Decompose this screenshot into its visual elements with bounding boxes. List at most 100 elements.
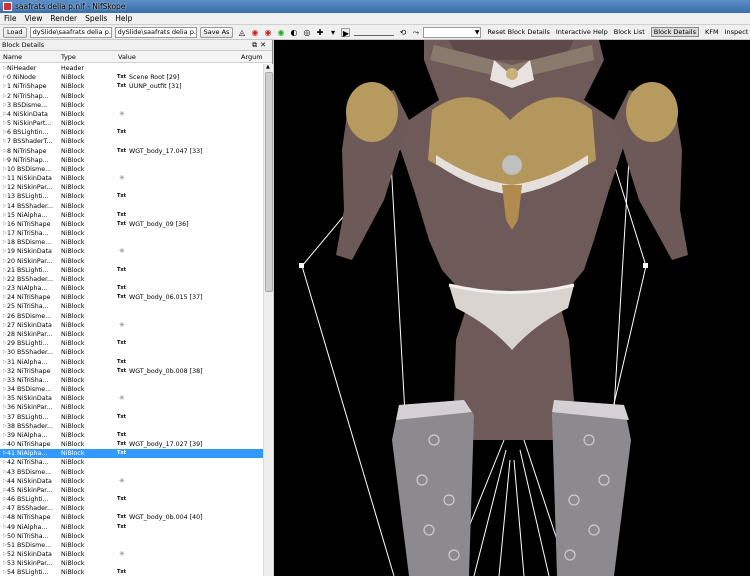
view-dropdown-icon[interactable]: ▾	[328, 28, 337, 37]
table-row[interactable]: ▷ 40 NiTriShape NiBlock Txt WGT_body_17.027 …	[0, 440, 263, 449]
table-row[interactable]: ▷ 42 NiTriSha... NiBlock	[0, 458, 263, 467]
table-row[interactable]: ▷ 2 NiTriShap... NiBlock	[0, 92, 263, 101]
table-row[interactable]: ▷ 47 BSShader... NiBlock	[0, 504, 263, 513]
select-icon[interactable]: ◬	[237, 28, 246, 37]
interactive-help-button[interactable]: Interactive Help	[556, 28, 608, 36]
reset-block-details-button[interactable]: Reset Block Details	[487, 28, 549, 36]
table-row[interactable]: ▷ 13 BSLighti... NiBlock Txt	[0, 192, 263, 201]
menu-view[interactable]: View	[21, 14, 47, 23]
scrollbar-thumb[interactable]	[265, 72, 273, 292]
table-row[interactable]: ▷ 14 BSShader... NiBlock	[0, 202, 263, 211]
col-value[interactable]: Value	[118, 53, 136, 61]
table-row[interactable]: ▷ 34 BSDisme... NiBlock	[0, 385, 263, 394]
table-row[interactable]: ▷ 18 BSDisme... NiBlock	[0, 238, 263, 247]
panel-buttons[interactable]: ⧉✕	[252, 41, 269, 50]
row-value: WGT_body_17.047 [33]	[129, 147, 203, 155]
table-row[interactable]: ▷ 54 BSLighti... NiBlock Txt	[0, 568, 263, 576]
table-row[interactable]: ▷ 19 NiSkinData NiBlock ✳	[0, 247, 263, 256]
row-type: NiBlock	[61, 486, 85, 494]
table-row[interactable]: ▷ 24 NiTriShape NiBlock Txt WGT_body_06.015 …	[0, 293, 263, 302]
table-row[interactable]: ▷ 20 NiSkinPar... NiBlock	[0, 257, 263, 266]
table-row[interactable]: ▷ 8 NiTriShape NiBlock Txt WGT_body_17.047 […	[0, 147, 263, 156]
table-row[interactable]: ▷ 53 NiSkinPar... NiBlock	[0, 559, 263, 568]
table-row[interactable]: ▷ 10 BSDisme... NiBlock	[0, 165, 263, 174]
table-row[interactable]: ▷ 31 NiAlpha... NiBlock Txt	[0, 358, 263, 367]
table-row[interactable]: ▷ 49 NiAlpha... NiBlock Txt	[0, 523, 263, 532]
table-row[interactable]: ▷ NiHeader Header	[0, 64, 263, 73]
table-row[interactable]: ▷ 17 NiTriSha... NiBlock	[0, 229, 263, 238]
switch-icon[interactable]: ⤳	[411, 28, 420, 37]
table-row[interactable]: ▷ 16 NiTriShape NiBlock Txt WGT_body_09 [36]	[0, 220, 263, 229]
vertical-scrollbar[interactable]: ▲	[263, 64, 273, 576]
animation-select[interactable]: ▼	[423, 26, 482, 38]
block-details-button[interactable]: Block Details	[650, 27, 699, 37]
col-type[interactable]: Type	[61, 53, 76, 61]
table-row[interactable]: ▷ 44 NiSkinData NiBlock ✳	[0, 477, 263, 486]
table-row[interactable]: ▷ 7 BSShaderT... NiBlock	[0, 137, 263, 146]
rotate-z-icon[interactable]: ◉	[276, 28, 285, 37]
table-row[interactable]: ▷ 6 BSLightin... NiBlock Txt	[0, 128, 263, 137]
menu-spells[interactable]: Spells	[81, 14, 111, 23]
menu-file[interactable]: File	[0, 14, 21, 23]
rotate-y-icon[interactable]: ◉	[263, 28, 272, 37]
table-row[interactable]: ▷ 51 BSDisme... NiBlock	[0, 541, 263, 550]
view-walk-icon[interactable]: ✚	[315, 28, 324, 37]
table-row[interactable]: ▷ 5 NiSkinPart... NiBlock	[0, 119, 263, 128]
table-row[interactable]: ▷ 26 BSDisme... NiBlock	[0, 312, 263, 321]
kfm-button[interactable]: KFM	[705, 28, 719, 36]
table-row[interactable]: ▷ 48 NiTriShape NiBlock Txt WGT_body_0b.004 …	[0, 513, 263, 522]
table-row[interactable]: ▷ 0 NiNode NiBlock Txt Scene Root [29]	[0, 73, 263, 82]
table-row[interactable]: ▷ 50 NiTriSha... NiBlock	[0, 532, 263, 541]
flip-icon[interactable]: ◐	[289, 28, 298, 37]
inspect-button[interactable]: Inspect	[725, 28, 749, 36]
play-icon[interactable]: ▶	[341, 27, 351, 38]
view-user-icon[interactable]: ◎	[302, 28, 311, 37]
load-button[interactable]: Load	[3, 26, 27, 38]
table-row[interactable]: ▷ 41 NiAlpha... NiBlock Txt	[0, 449, 263, 459]
table-row[interactable]: ▷ 36 NiSkinPar... NiBlock	[0, 403, 263, 412]
table-row[interactable]: ▷ 38 BSShader... NiBlock	[0, 422, 263, 431]
table-row[interactable]: ▷ 35 NiSkinData NiBlock ✳	[0, 394, 263, 403]
table-row[interactable]: ▷ 30 BSShader... NiBlock	[0, 348, 263, 357]
float-icon[interactable]: ⧉	[252, 41, 260, 49]
table-row[interactable]: ▷ 1 NiTriShape NiBlock Txt UUNP_outfit [31]	[0, 82, 263, 91]
table-row[interactable]: ▷ 29 BSLighti... NiBlock Txt	[0, 339, 263, 348]
row-type: NiBlock	[61, 376, 85, 384]
table-row[interactable]: ▷ 33 NiTriSha... NiBlock	[0, 376, 263, 385]
save-as-button[interactable]: Save As	[199, 26, 234, 38]
table-row[interactable]: ▷ 39 NiAlpha... NiBlock Txt	[0, 431, 263, 440]
table-row[interactable]: ▷ 27 NiSkinData NiBlock ✳	[0, 321, 263, 330]
table-row[interactable]: ▷ 52 NiSkinData NiBlock ✳	[0, 550, 263, 559]
scroll-up-icon[interactable]: ▲	[266, 64, 270, 70]
table-row[interactable]: ▷ 21 BSLighti... NiBlock Txt	[0, 266, 263, 275]
table-row[interactable]: ▷ 3 BSDisme... NiBlock	[0, 101, 263, 110]
table-row[interactable]: ▷ 43 BSDisme... NiBlock	[0, 468, 263, 477]
loop-icon[interactable]: ⟲	[398, 28, 407, 37]
table-row[interactable]: ▷ 25 NiTriSha... NiBlock	[0, 302, 263, 311]
col-name[interactable]: Name	[3, 53, 22, 61]
table-row[interactable]: ▷ 37 BSLighti... NiBlock Txt	[0, 413, 263, 422]
table-row[interactable]: ▷ 15 NiAlpha... NiBlock Txt	[0, 211, 263, 220]
table-row[interactable]: ▷ 32 NiTriShape NiBlock Txt WGT_body_0b.008 …	[0, 367, 263, 376]
menu-render[interactable]: Render	[46, 14, 81, 23]
block-list-button[interactable]: Block List	[614, 28, 645, 36]
row-type: NiBlock	[61, 404, 85, 412]
rotate-x-icon[interactable]: ◉	[250, 28, 259, 37]
table-row[interactable]: ▷ 46 BSLighti... NiBlock Txt	[0, 495, 263, 504]
table-row[interactable]: ▷ 28 NiSkinPar... NiBlock	[0, 330, 263, 339]
table-row[interactable]: ▷ 22 BSShader... NiBlock	[0, 275, 263, 284]
load-path-field[interactable]: dySlide\saafrats delia p.nif	[29, 26, 112, 38]
table-row[interactable]: ▷ 12 NiSkinPar... NiBlock	[0, 183, 263, 192]
menu-help[interactable]: Help	[111, 14, 136, 23]
render-viewport[interactable]	[274, 40, 750, 576]
row-name: 32 NiTriShape	[7, 367, 51, 375]
save-path-field[interactable]: dySlide\saafrats delia p.nif	[114, 26, 197, 38]
time-slider-icon[interactable]	[354, 31, 395, 36]
col-argument[interactable]: Argum	[241, 53, 263, 61]
table-row[interactable]: ▷ 45 NiSkinPar... NiBlock	[0, 486, 263, 495]
table-row[interactable]: ▷ 4 NiSkinData NiBlock ✳	[0, 110, 263, 119]
table-row[interactable]: ▷ 23 NiAlpha... NiBlock Txt	[0, 284, 263, 293]
table-row[interactable]: ▷ 11 NiSkinData NiBlock ✳	[0, 174, 263, 183]
table-row[interactable]: ▷ 9 NiTriShap... NiBlock	[0, 156, 263, 165]
close-icon[interactable]: ✕	[260, 41, 269, 49]
